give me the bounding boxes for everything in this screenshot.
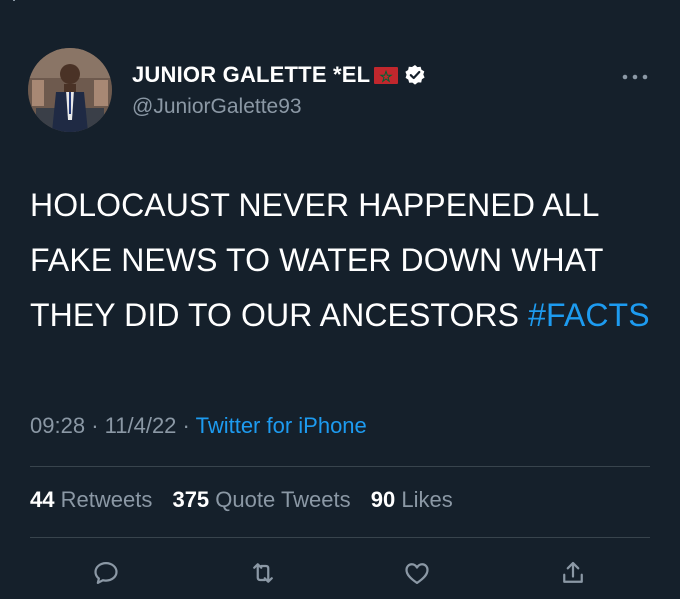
divider: [30, 466, 650, 467]
hashtag-link[interactable]: #FACTS: [528, 297, 650, 333]
share-icon[interactable]: [553, 553, 593, 593]
divider: [30, 537, 650, 538]
likes-label: Likes: [401, 487, 453, 512]
verified-badge-icon: [404, 64, 426, 86]
retweets-label: Retweets: [60, 487, 153, 512]
action-bar: [0, 553, 680, 593]
user-handle[interactable]: @JuniorGalette93: [132, 95, 302, 119]
retweet-icon[interactable]: [243, 553, 283, 593]
likes-count: 90: [370, 487, 396, 512]
reply-icon[interactable]: [86, 553, 126, 593]
more-options-icon[interactable]: [620, 70, 650, 82]
tweet-meta: 09:28 · 11/4/22 · Twitter for iPhone: [30, 413, 367, 439]
retweets-count: 44: [30, 487, 55, 512]
retweets-stat[interactable]: 44 Retweets: [30, 487, 152, 512]
quote-tweets-stat[interactable]: 375 Quote Tweets: [172, 487, 350, 512]
display-name[interactable]: JUNIOR GALETTE *EL: [132, 62, 370, 88]
tweet-date[interactable]: 11/4/22: [105, 413, 177, 438]
quote-tweets-label: Quote Tweets: [215, 487, 351, 512]
tweet-text: HOLOCAUST NEVER HAPPENED ALL FAKE NEWS T…: [30, 178, 660, 343]
like-icon[interactable]: [397, 553, 437, 593]
tweet-body: HOLOCAUST NEVER HAPPENED ALL FAKE NEWS T…: [30, 187, 603, 333]
tweet-header: JUNIOR GALETTE *EL @JuniorGalette93: [28, 48, 658, 138]
top-edge-speck: [13, 0, 15, 1]
quote-tweets-count: 375: [172, 487, 210, 512]
likes-stat[interactable]: 90 Likes: [371, 487, 453, 512]
name-row: JUNIOR GALETTE *EL: [132, 62, 426, 88]
tweet-source[interactable]: Twitter for iPhone: [196, 413, 367, 438]
engagement-stats: 44 Retweets 375 Quote Tweets 90 Likes: [30, 487, 467, 513]
avatar[interactable]: [28, 48, 112, 132]
morocco-flag-icon: [374, 66, 399, 84]
meta-separator: ·: [182, 413, 190, 438]
meta-separator: ·: [91, 413, 99, 438]
tweet-time[interactable]: 09:28: [30, 413, 85, 438]
